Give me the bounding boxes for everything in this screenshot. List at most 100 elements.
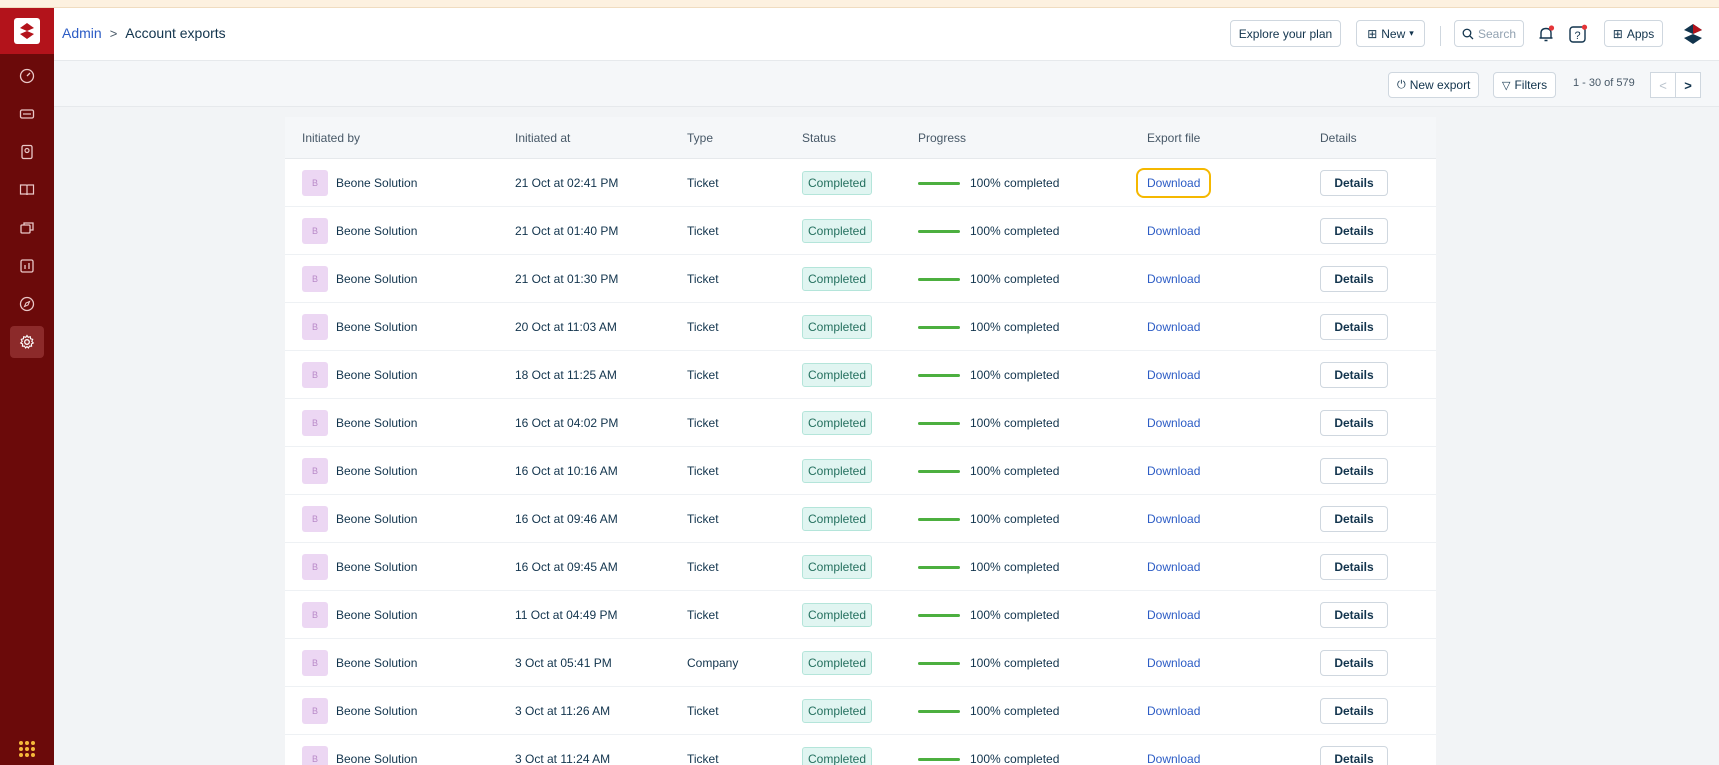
type-cell: Ticket [687, 543, 719, 591]
next-page-button[interactable]: > [1675, 72, 1701, 98]
initiated-by-cell: B Beone Solution [302, 399, 417, 447]
profile-avatar-icon[interactable] [1681, 22, 1705, 46]
sidebar [0, 8, 54, 765]
details-cell: Details [1320, 687, 1388, 735]
initiated-at-cell: 16 Oct at 10:16 AM [515, 447, 618, 495]
progress-text: 100% completed [970, 272, 1060, 286]
settings-icon[interactable] [10, 326, 44, 358]
download-link[interactable]: Download [1147, 320, 1200, 334]
download-link[interactable]: Download [1147, 368, 1200, 382]
download-link[interactable]: Download [1136, 168, 1212, 198]
chevron-down-icon: ▾ [1409, 28, 1414, 38]
progress-cell: 100% completed [918, 255, 1059, 303]
download-link[interactable]: Download [1147, 704, 1200, 718]
progress-cell: 100% completed [918, 207, 1059, 255]
progress-cell: 100% completed [918, 303, 1059, 351]
initiated-by-cell: B Beone Solution [302, 303, 417, 351]
chevron-right-icon: > [1684, 77, 1692, 93]
export-file-cell: Download [1147, 591, 1200, 639]
details-button[interactable]: Details [1320, 170, 1388, 196]
avatar: B [302, 266, 328, 292]
progress-text: 100% completed [970, 224, 1060, 238]
details-button[interactable]: Details [1320, 362, 1388, 388]
initiated-by-cell: B Beone Solution [302, 591, 417, 639]
help-icon[interactable]: ? [1566, 22, 1590, 46]
contacts-icon[interactable] [10, 136, 44, 168]
export-file-cell: Download [1147, 639, 1200, 687]
details-cell: Details [1320, 447, 1388, 495]
export-type: Ticket [687, 608, 719, 622]
details-cell: Details [1320, 639, 1388, 687]
col-initiated-by: Initiated by [302, 131, 361, 145]
download-link[interactable]: Download [1147, 560, 1200, 574]
download-link[interactable]: Download [1147, 272, 1200, 286]
initiated-at-cell: 11 Oct at 04:49 PM [515, 591, 618, 639]
progress-cell: 100% completed [918, 687, 1059, 735]
brand-logo[interactable] [0, 8, 54, 54]
dashboard-icon[interactable] [10, 60, 44, 92]
initiated-at-cell: 16 Oct at 04:02 PM [515, 399, 618, 447]
notifications-bell-icon[interactable] [1534, 22, 1558, 46]
new-button[interactable]: ⊞ New ▾ [1356, 20, 1425, 47]
filters-button[interactable]: ▽ Filters [1493, 72, 1557, 98]
export-file-cell: Download [1147, 543, 1200, 591]
export-file-cell: Download [1147, 255, 1200, 303]
details-button[interactable]: Details [1320, 506, 1388, 532]
progress-cell: 100% completed [918, 543, 1059, 591]
download-link[interactable]: Download [1147, 224, 1200, 238]
details-button[interactable]: Details [1320, 554, 1388, 580]
solutions-icon[interactable] [10, 174, 44, 206]
details-button[interactable]: Details [1320, 314, 1388, 340]
initiated-by-cell: B Beone Solution [302, 735, 417, 765]
status-badge: Completed [802, 699, 873, 723]
download-link[interactable]: Download [1147, 464, 1200, 478]
status-cell: Completed [802, 735, 873, 765]
details-cell: Details [1320, 303, 1388, 351]
col-details: Details [1320, 131, 1357, 145]
status-badge: Completed [802, 747, 873, 765]
reports-icon[interactable] [10, 250, 44, 282]
initiated-at-cell: 3 Oct at 11:26 AM [515, 687, 610, 735]
avatar: B [302, 602, 328, 628]
details-button[interactable]: Details [1320, 410, 1388, 436]
initiated-by-cell: B Beone Solution [302, 351, 417, 399]
download-link[interactable]: Download [1147, 656, 1200, 670]
status-cell: Completed [802, 351, 873, 399]
initiated-at-cell: 16 Oct at 09:46 AM [515, 495, 618, 543]
details-button[interactable]: Details [1320, 218, 1388, 244]
initiated-by-cell: B Beone Solution [302, 543, 417, 591]
export-type: Company [687, 656, 739, 670]
status-badge: Completed [802, 315, 873, 339]
details-button[interactable]: Details [1320, 266, 1388, 292]
explore-plan-button[interactable]: Explore your plan [1230, 20, 1341, 47]
avatar: B [302, 314, 328, 340]
details-button[interactable]: Details [1320, 746, 1388, 765]
discover-icon[interactable] [10, 288, 44, 320]
col-type: Type [687, 131, 714, 145]
avatar: B [302, 554, 328, 580]
tickets-icon[interactable] [10, 98, 44, 130]
breadcrumb-admin-link[interactable]: Admin [62, 25, 102, 41]
download-link[interactable]: Download [1147, 416, 1200, 430]
download-link[interactable]: Download [1147, 752, 1200, 765]
progress-cell: 100% completed [918, 159, 1059, 207]
initiated-by-cell: B Beone Solution [302, 495, 417, 543]
details-button[interactable]: Details [1320, 602, 1388, 628]
apps-grid-icon: ⊞ [1612, 26, 1623, 41]
new-export-button[interactable]: ⏻ New export [1388, 72, 1480, 98]
export-type: Ticket [687, 416, 719, 430]
initiated-at: 21 Oct at 01:30 PM [515, 272, 619, 286]
initiated-at: 16 Oct at 10:16 AM [515, 464, 618, 478]
apps-button[interactable]: ⊞ Apps [1604, 20, 1663, 47]
download-link[interactable]: Download [1147, 608, 1200, 622]
progress-text: 100% completed [970, 368, 1060, 382]
download-link[interactable]: Download [1147, 512, 1200, 526]
details-button[interactable]: Details [1320, 698, 1388, 724]
details-button[interactable]: Details [1320, 650, 1388, 676]
assets-icon[interactable] [10, 212, 44, 244]
app-switcher-icon[interactable] [19, 741, 35, 757]
progress-cell: 100% completed [918, 351, 1059, 399]
search-button[interactable]: Search [1454, 20, 1524, 47]
prev-page-button[interactable]: < [1650, 72, 1676, 98]
details-button[interactable]: Details [1320, 458, 1388, 484]
